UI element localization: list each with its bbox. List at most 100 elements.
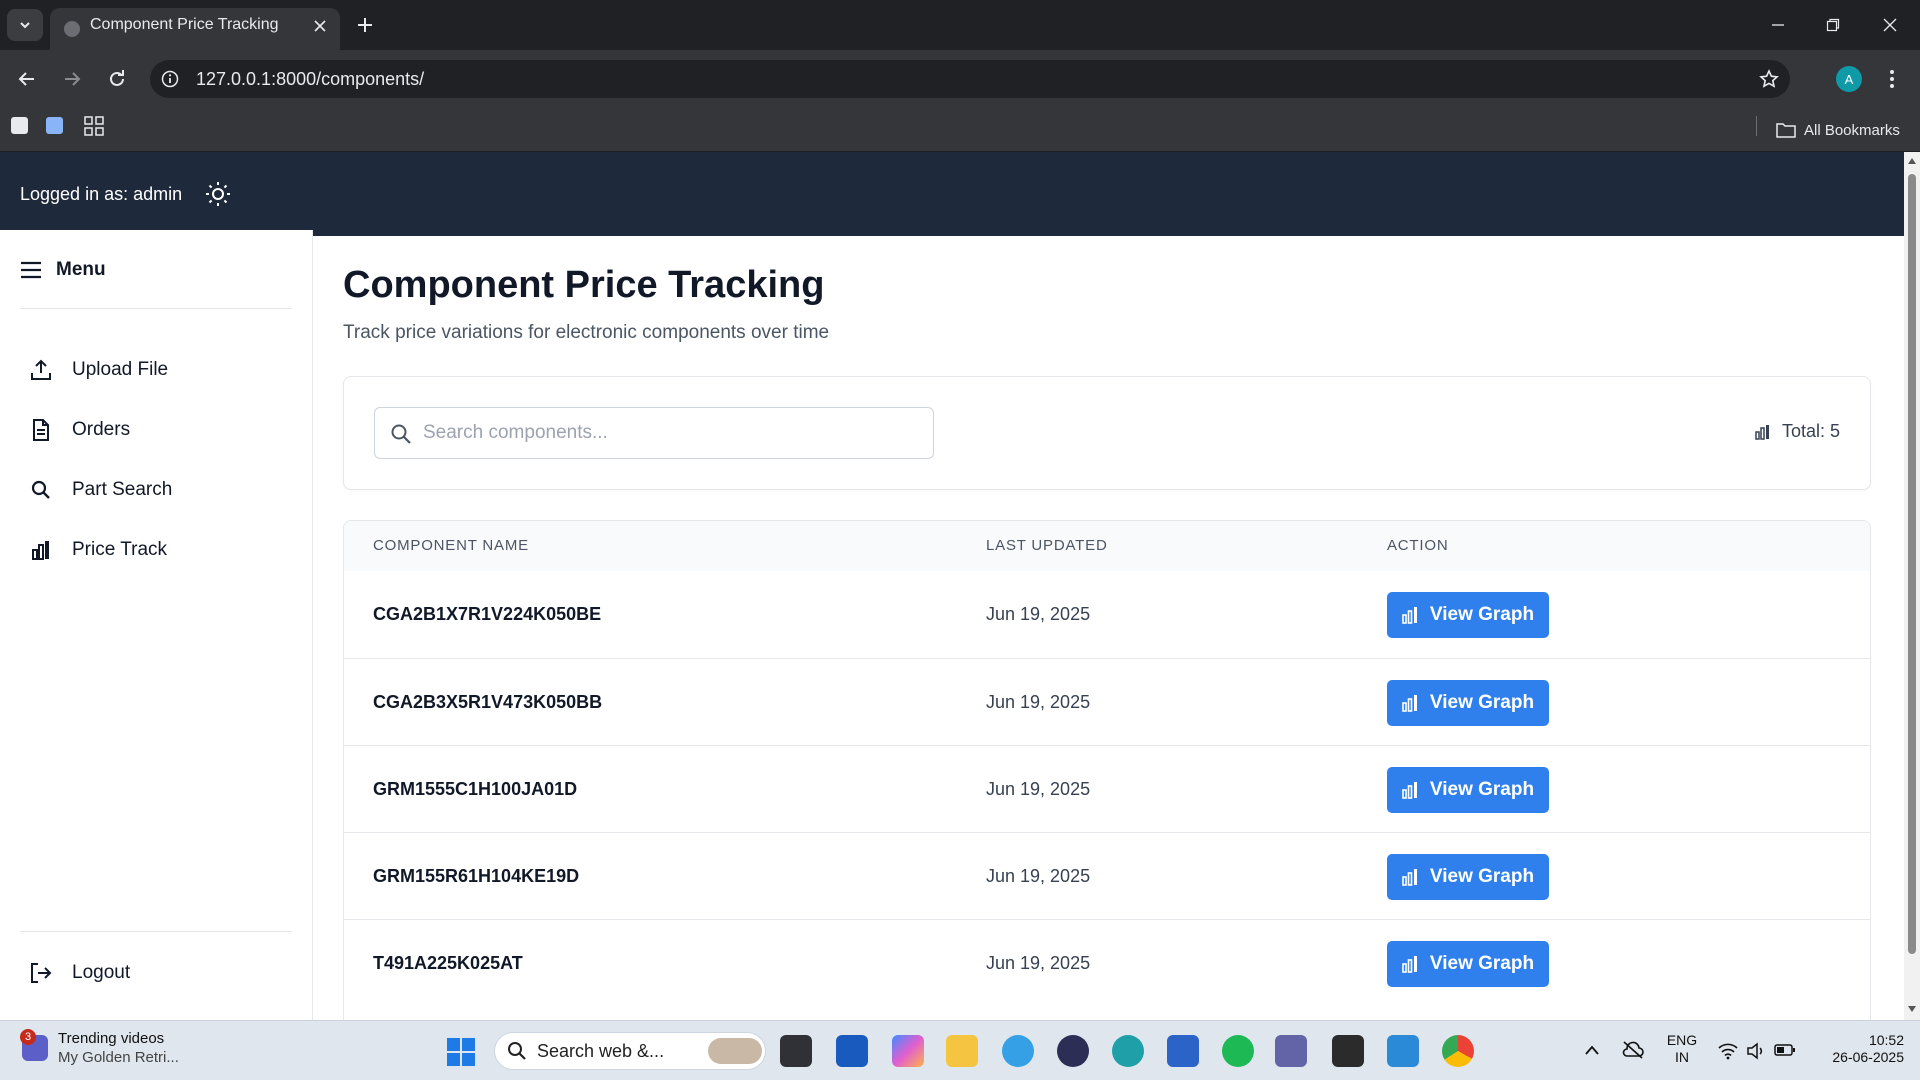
reload-button[interactable] [101,63,133,95]
view-graph-button[interactable]: View Graph [1387,941,1549,987]
theme-toggle-button[interactable] [204,180,232,208]
minimize-button[interactable] [1758,10,1798,40]
table-row: CGA2B1X7R1V224K050BE Jun 19, 2025 View G… [344,571,1870,658]
table-row: T491A225K025AT Jun 19, 2025 View Graph [344,919,1870,1006]
page-scrollbar[interactable] [1904,152,1920,1020]
clock-time: 10:52 [1868,1032,1904,1048]
component-name: GRM155R61H104KE19D [373,866,580,886]
clock-date: 26-06-2025 [1832,1049,1904,1065]
cloud-off-icon[interactable] [1621,1040,1645,1060]
sidebar-item-label: Upload File [72,359,169,380]
table-header: COMPONENT NAME LAST UPDATED ACTION [344,521,1870,571]
bookmark-star-icon[interactable] [1758,68,1780,90]
chevron-up-icon[interactable] [1584,1044,1600,1056]
browser-tab[interactable]: Component Price Tracking [50,8,340,50]
close-icon [314,20,326,32]
file-explorer-icon[interactable] [946,1035,978,1067]
components-table: COMPONENT NAME LAST UPDATED ACTION CGA2B… [343,520,1871,1020]
sidebar-item-orders[interactable]: Orders [28,414,130,446]
profile-avatar[interactable]: A [1836,66,1862,92]
view-graph-button[interactable]: View Graph [1387,854,1549,900]
spotify-icon[interactable] [1222,1035,1254,1067]
sidebar-item-price-track[interactable]: Price Track [28,534,167,566]
browser-menu-icon[interactable] [1880,64,1904,94]
chevron-down-icon [20,22,30,29]
bookmarks-divider [1756,116,1757,136]
hamburger-icon [21,261,41,279]
menu-label: Menu [56,259,106,280]
apps-grid-icon[interactable] [84,116,104,136]
all-bookmarks-button[interactable]: All Bookmarks [1776,108,1900,152]
browser-tab-strip: Component Price Tracking [0,0,1920,50]
chart-icon [1402,869,1417,886]
edge-icon[interactable] [1112,1035,1144,1067]
scroll-up-icon[interactable] [1907,156,1917,166]
new-tab-button[interactable] [352,12,378,38]
view-graph-button[interactable]: View Graph [1387,592,1549,638]
chart-icon [1402,782,1417,799]
sidebar-menu-toggle[interactable]: Menu [20,258,106,282]
close-icon [1883,18,1897,32]
news-widget[interactable]: 3 Trending videos My Golden Retri... [20,1029,179,1067]
battery-icon[interactable] [1774,1043,1796,1057]
scroll-down-icon[interactable] [1907,1004,1917,1014]
chrome-icon[interactable] [1442,1035,1474,1067]
minimize-icon [1772,24,1784,26]
taskbar-search[interactable]: Search web &... [494,1032,766,1070]
vscode-icon[interactable] [1387,1035,1419,1067]
logout-label: Logout [72,962,131,983]
windows-icon [447,1038,475,1066]
address-bar[interactable]: 127.0.0.1:8000/components/ [150,60,1790,98]
arrow-right-icon [65,72,81,86]
sidebar-item-part-search[interactable]: Part Search [28,474,172,506]
news-title: Trending videos [58,1030,165,1047]
tab-search-button[interactable] [7,9,43,41]
teams-icon[interactable] [1275,1035,1307,1067]
clock[interactable]: 10:52 26-06-2025 [1808,1032,1904,1066]
sidebar-item-label: Price Track [72,539,168,560]
menu-divider [20,308,292,309]
last-updated: Jun 19, 2025 [986,953,1091,973]
store-icon[interactable] [1167,1035,1199,1067]
view-graph-label: View Graph [1429,953,1535,974]
view-graph-label: View Graph [1429,779,1535,800]
search-input[interactable] [423,409,923,457]
column-header-last-updated: LAST UPDATED [986,537,1108,554]
view-graph-button[interactable]: View Graph [1387,680,1549,726]
tab-close-button[interactable] [310,16,330,36]
view-graph-button[interactable]: View Graph [1387,767,1549,813]
forward-button[interactable] [56,63,88,95]
arrow-left-icon [18,72,34,86]
language-indicator[interactable]: ENG IN [1662,1032,1702,1066]
eclipse-icon[interactable] [1057,1035,1089,1067]
main-content: Component Price Tracking Track price var… [314,236,1904,1020]
tab-title: Component Price Tracking [90,16,279,33]
search-box [374,407,934,459]
copilot-icon[interactable] [892,1035,924,1067]
close-window-button[interactable] [1870,10,1910,40]
word-icon[interactable] [836,1035,868,1067]
last-updated: Jun 19, 2025 [986,692,1091,712]
logout-button[interactable]: Logout [28,957,130,989]
restore-button[interactable] [1813,10,1853,40]
task-view-icon[interactable] [780,1035,812,1067]
wifi-icon[interactable] [1718,1042,1738,1060]
news-subtitle: My Golden Retri... [58,1049,179,1066]
plus-icon [358,18,372,32]
logged-in-user: Logged in as: admin [20,184,183,204]
component-name: CGA2B1X7R1V224K050BE [373,604,602,624]
scrollbar-thumb[interactable] [1908,174,1916,954]
help-icon[interactable] [1002,1035,1034,1067]
back-button[interactable] [11,63,43,95]
folder-icon [1776,123,1796,138]
last-updated: Jun 19, 2025 [986,779,1091,799]
terminal-icon[interactable] [1332,1035,1364,1067]
sidebar-item-label: Part Search [72,479,173,500]
upload-icon [28,357,54,383]
bookmark-app-icon[interactable] [11,117,28,134]
site-info-icon[interactable] [160,69,180,89]
sidebar-item-upload-file[interactable]: Upload File [28,354,168,386]
volume-icon[interactable] [1746,1042,1766,1060]
start-button[interactable] [446,1037,476,1067]
bookmark-app-icon[interactable] [46,117,63,134]
